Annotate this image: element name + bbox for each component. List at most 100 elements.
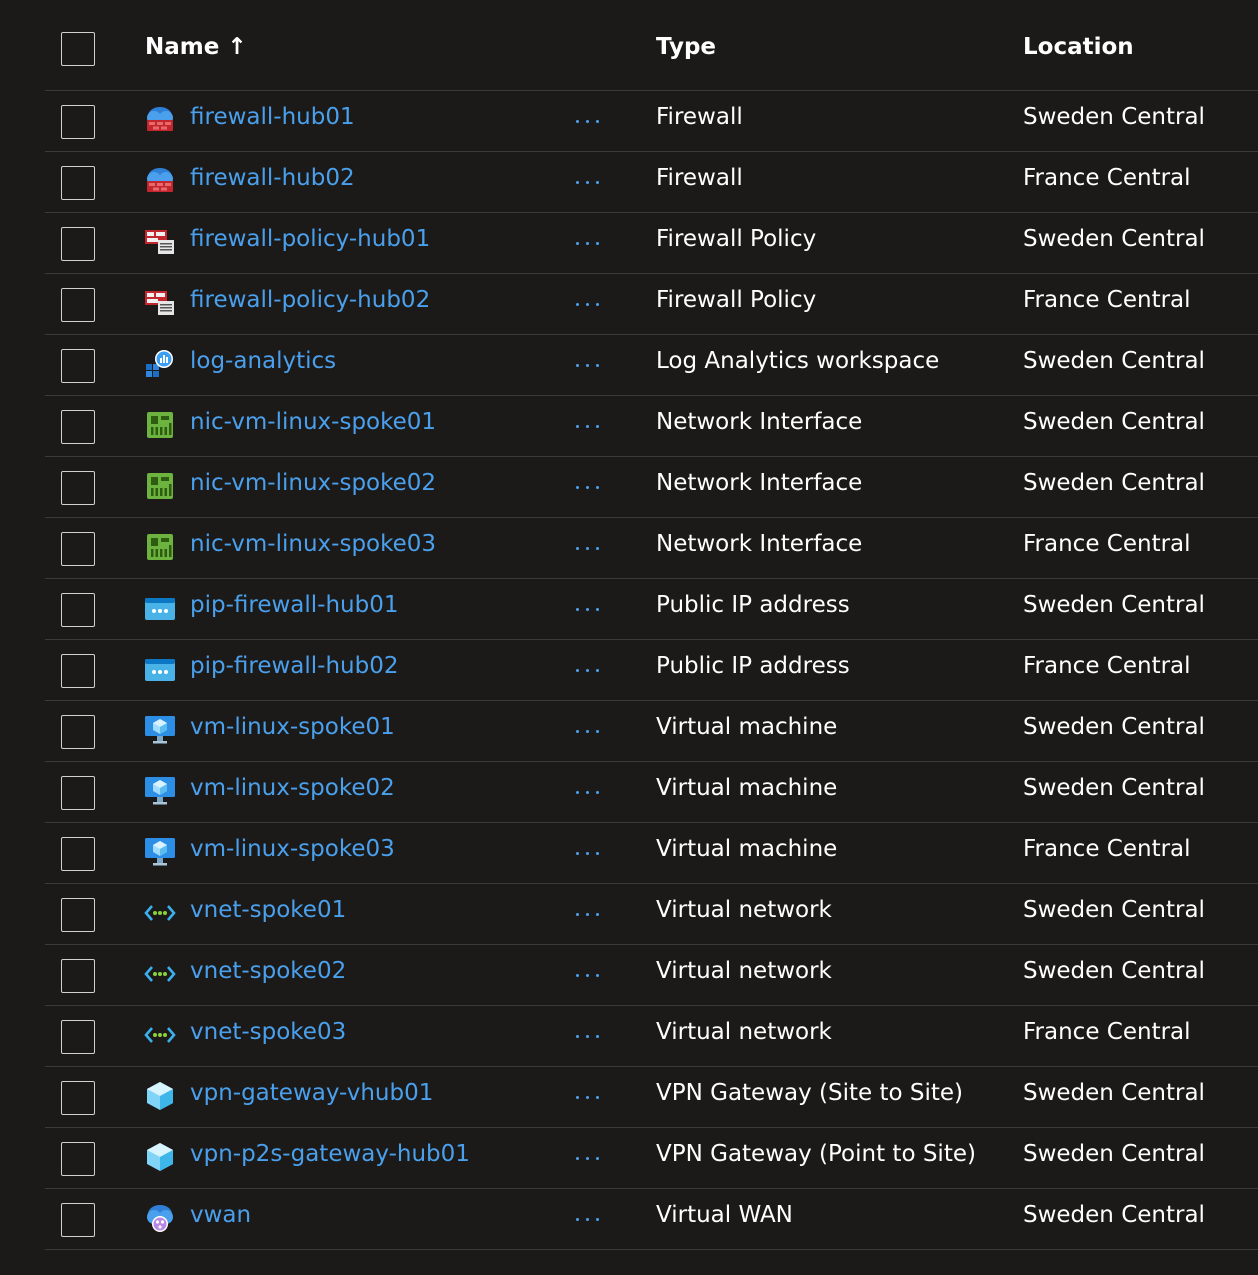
- resource-name-link[interactable]: vpn-gateway-vhub01: [190, 1080, 433, 1106]
- more-actions-icon[interactable]: [571, 479, 605, 495]
- resource-location: France Central: [1023, 1019, 1191, 1045]
- resource-location: Sweden Central: [1023, 1141, 1205, 1167]
- resource-name-link[interactable]: nic-vm-linux-spoke01: [190, 409, 436, 435]
- resource-location: Sweden Central: [1023, 104, 1205, 130]
- resource-name-link[interactable]: pip-firewall-hub02: [190, 653, 398, 679]
- resource-name-link[interactable]: vwan: [190, 1202, 251, 1228]
- resource-name-link[interactable]: log-analytics: [190, 348, 336, 374]
- row-checkbox[interactable]: [61, 1020, 95, 1054]
- column-header-location[interactable]: Location: [1023, 34, 1134, 60]
- virtual-machine-icon: [143, 713, 177, 747]
- resource-name-link[interactable]: firewall-policy-hub02: [190, 287, 430, 313]
- row-checkbox[interactable]: [61, 166, 95, 200]
- resource-location: Sweden Central: [1023, 226, 1205, 252]
- more-actions-icon[interactable]: [571, 1211, 605, 1227]
- more-actions-icon[interactable]: [571, 296, 605, 312]
- table-row[interactable]: nic-vm-linux-spoke03 Network Interface Fra…: [45, 518, 1258, 579]
- table-row[interactable]: vnet-spoke02 Virtual network Sweden Centra…: [45, 945, 1258, 1006]
- table-row[interactable]: pip-firewall-hub01 Public IP address Swede…: [45, 579, 1258, 640]
- public-ip-icon: [143, 591, 177, 625]
- virtual-network-icon: [143, 1018, 177, 1052]
- table-row[interactable]: vpn-p2s-gateway-hub01 VPN Gateway (Point …: [45, 1128, 1258, 1189]
- row-checkbox[interactable]: [61, 288, 95, 322]
- table-row[interactable]: firewall-policy-hub01 Firewall Policy Swed…: [45, 213, 1258, 274]
- more-actions-icon[interactable]: [571, 540, 605, 556]
- resource-name-link[interactable]: firewall-policy-hub01: [190, 226, 430, 252]
- more-actions-icon[interactable]: [571, 784, 605, 800]
- select-all-checkbox[interactable]: [61, 32, 95, 66]
- resource-location: France Central: [1023, 836, 1191, 862]
- table-row[interactable]: log-analytics Log Analytics workspace Swed…: [45, 335, 1258, 396]
- resource-table: Name ↑ Type Location firewall-hub01 Firew…: [0, 0, 1258, 1250]
- more-actions-icon[interactable]: [571, 906, 605, 922]
- table-row[interactable]: firewall-policy-hub02 Firewall Policy Fran…: [45, 274, 1258, 335]
- resource-location: Sweden Central: [1023, 348, 1205, 374]
- table-row[interactable]: vpn-gateway-vhub01 VPN Gateway (Site to S…: [45, 1067, 1258, 1128]
- table-row[interactable]: nic-vm-linux-spoke01 Network Interface Swe…: [45, 396, 1258, 457]
- row-checkbox[interactable]: [61, 105, 95, 139]
- row-checkbox[interactable]: [61, 1081, 95, 1115]
- resource-name-link[interactable]: firewall-hub01: [190, 104, 355, 130]
- resource-location: Sweden Central: [1023, 775, 1205, 801]
- resource-location: Sweden Central: [1023, 470, 1205, 496]
- table-row[interactable]: pip-firewall-hub02 Public IP address Franc…: [45, 640, 1258, 701]
- table-row[interactable]: vm-linux-spoke03 Virtual machine France Ce…: [45, 823, 1258, 884]
- vpn-gateway-icon: [143, 1079, 177, 1113]
- row-checkbox[interactable]: [61, 471, 95, 505]
- more-actions-icon[interactable]: [571, 845, 605, 861]
- resource-type: Network Interface: [656, 470, 863, 496]
- more-actions-icon[interactable]: [571, 1089, 605, 1105]
- network-interface-icon: [143, 530, 177, 564]
- more-actions-icon[interactable]: [571, 1028, 605, 1044]
- resource-type: Virtual machine: [656, 775, 838, 801]
- more-actions-icon[interactable]: [571, 1150, 605, 1166]
- more-actions-icon[interactable]: [571, 601, 605, 617]
- resource-name-link[interactable]: vnet-spoke01: [190, 897, 346, 923]
- table-row[interactable]: vwan Virtual WAN Sweden Central: [45, 1189, 1258, 1250]
- row-checkbox[interactable]: [61, 532, 95, 566]
- row-checkbox[interactable]: [61, 349, 95, 383]
- row-checkbox[interactable]: [61, 776, 95, 810]
- resource-location: France Central: [1023, 165, 1191, 191]
- resource-name-link[interactable]: vm-linux-spoke03: [190, 836, 395, 862]
- more-actions-icon[interactable]: [571, 967, 605, 983]
- more-actions-icon[interactable]: [571, 723, 605, 739]
- virtual-network-icon: [143, 896, 177, 930]
- more-actions-icon[interactable]: [571, 662, 605, 678]
- resource-name-link[interactable]: vm-linux-spoke01: [190, 714, 395, 740]
- row-checkbox[interactable]: [61, 715, 95, 749]
- table-row[interactable]: vm-linux-spoke01 Virtual machine Sweden Ce…: [45, 701, 1258, 762]
- column-header-name[interactable]: Name ↑: [145, 34, 247, 60]
- row-checkbox[interactable]: [61, 410, 95, 444]
- resource-name-link[interactable]: vnet-spoke03: [190, 1019, 346, 1045]
- row-checkbox[interactable]: [61, 959, 95, 993]
- row-checkbox[interactable]: [61, 837, 95, 871]
- resource-name-link[interactable]: pip-firewall-hub01: [190, 592, 398, 618]
- resource-name-link[interactable]: firewall-hub02: [190, 165, 355, 191]
- resource-name-link[interactable]: vpn-p2s-gateway-hub01: [190, 1141, 470, 1167]
- virtual-network-icon: [143, 957, 177, 991]
- more-actions-icon[interactable]: [571, 418, 605, 434]
- table-row[interactable]: vm-linux-spoke02 Virtual machine Sweden Ce…: [45, 762, 1258, 823]
- table-row[interactable]: firewall-hub02 Firewall France Central: [45, 152, 1258, 213]
- row-checkbox[interactable]: [61, 1142, 95, 1176]
- more-actions-icon[interactable]: [571, 113, 605, 129]
- more-actions-icon[interactable]: [571, 174, 605, 190]
- row-checkbox[interactable]: [61, 1203, 95, 1237]
- resource-name-link[interactable]: nic-vm-linux-spoke02: [190, 470, 436, 496]
- resource-name-link[interactable]: vnet-spoke02: [190, 958, 346, 984]
- row-checkbox[interactable]: [61, 593, 95, 627]
- table-row[interactable]: vnet-spoke01 Virtual network Sweden Centra…: [45, 884, 1258, 945]
- table-row[interactable]: nic-vm-linux-spoke02 Network Interface Swe…: [45, 457, 1258, 518]
- row-checkbox[interactable]: [61, 898, 95, 932]
- row-checkbox[interactable]: [61, 227, 95, 261]
- resource-type: Virtual machine: [656, 714, 838, 740]
- resource-name-link[interactable]: nic-vm-linux-spoke03: [190, 531, 436, 557]
- column-header-type[interactable]: Type: [656, 34, 716, 60]
- table-row[interactable]: firewall-hub01 Firewall Sweden Central: [45, 91, 1258, 152]
- resource-name-link[interactable]: vm-linux-spoke02: [190, 775, 395, 801]
- more-actions-icon[interactable]: [571, 235, 605, 251]
- more-actions-icon[interactable]: [571, 357, 605, 373]
- row-checkbox[interactable]: [61, 654, 95, 688]
- table-row[interactable]: vnet-spoke03 Virtual network France Centra…: [45, 1006, 1258, 1067]
